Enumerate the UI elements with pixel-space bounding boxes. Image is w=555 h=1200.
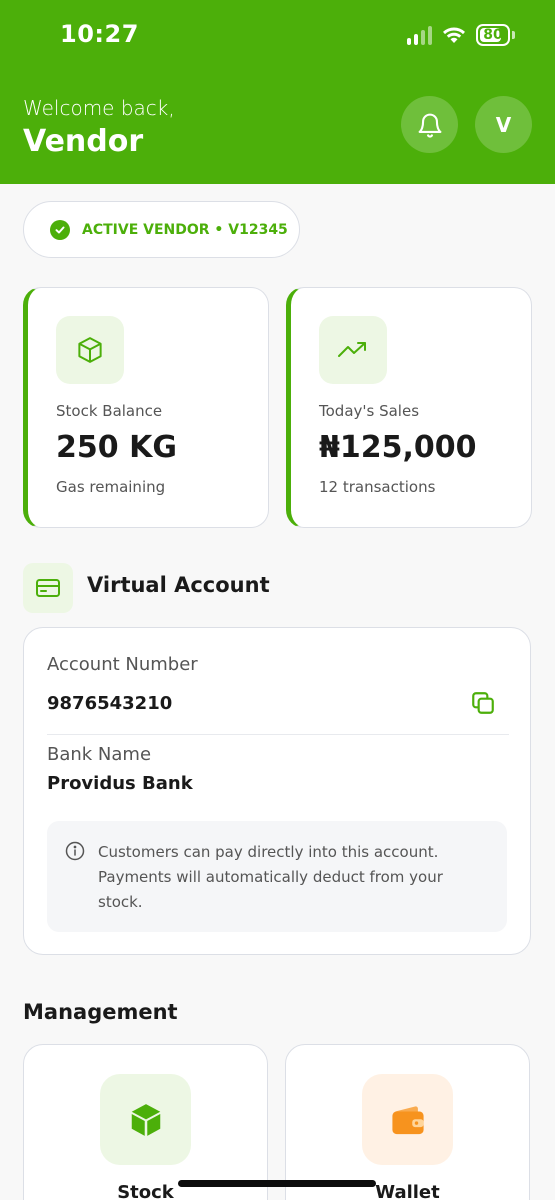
stat-label: Today's Sales — [319, 402, 420, 420]
welcome-text: Welcome back, — [23, 96, 175, 120]
user-name: Vendor — [23, 124, 144, 159]
trending-up-icon — [319, 316, 387, 384]
wifi-icon — [442, 26, 466, 44]
box-icon — [56, 316, 124, 384]
avatar-initial: V — [495, 112, 512, 137]
section-title: Virtual Account — [87, 573, 270, 597]
header: 10:27 80 Welcome back, Vendor V — [0, 0, 555, 184]
info-note-text: Customers can pay directly into this acc… — [98, 843, 443, 911]
stock-balance-card[interactable]: Stock Balance 250 KG Gas remaining — [23, 287, 269, 528]
management-stock-card[interactable]: Stock — [23, 1044, 268, 1200]
stat-subtext: Gas remaining — [56, 478, 166, 496]
todays-sales-card[interactable]: Today's Sales ₦125,000 12 transactions — [286, 287, 532, 528]
info-note: Customers can pay directly into this acc… — [47, 821, 507, 932]
section-title: Management — [23, 1000, 178, 1024]
credit-card-icon — [23, 563, 73, 613]
battery-icon: 80 — [476, 24, 510, 46]
app-screen: 10:27 80 Welcome back, Vendor V ACTIVE V… — [0, 0, 555, 1200]
stat-value: 250 KG — [56, 430, 177, 465]
stat-label: Stock Balance — [56, 402, 163, 420]
battery-level: 80 — [483, 27, 503, 43]
cube-icon — [100, 1074, 191, 1165]
vendor-status-badge: ACTIVE VENDOR • V12345 — [23, 201, 300, 258]
vendor-status-text: ACTIVE VENDOR • V12345 — [82, 221, 288, 238]
copy-account-button[interactable] — [468, 688, 498, 718]
divider — [47, 734, 509, 735]
virtual-account-card: Account Number 9876543210 Bank Name Prov… — [23, 627, 531, 955]
copy-icon — [472, 692, 494, 714]
avatar-button[interactable]: V — [475, 96, 532, 153]
account-number: 9876543210 — [47, 693, 173, 714]
bank-name: Providus Bank — [47, 773, 193, 794]
status-time: 10:27 — [60, 20, 139, 48]
account-number-label: Account Number — [47, 654, 198, 675]
bank-name-label: Bank Name — [47, 744, 152, 765]
notifications-button[interactable] — [401, 96, 458, 153]
signal-icon — [407, 25, 432, 45]
bell-icon — [418, 113, 441, 138]
stat-subtext: 12 transactions — [319, 478, 436, 496]
info-icon — [65, 841, 85, 865]
check-circle-icon — [50, 219, 70, 240]
status-icons: 80 — [407, 24, 515, 46]
wallet-icon — [362, 1074, 453, 1165]
stat-value: ₦125,000 — [319, 430, 477, 465]
management-wallet-card[interactable]: Wallet — [285, 1044, 530, 1200]
home-indicator[interactable] — [178, 1180, 376, 1187]
